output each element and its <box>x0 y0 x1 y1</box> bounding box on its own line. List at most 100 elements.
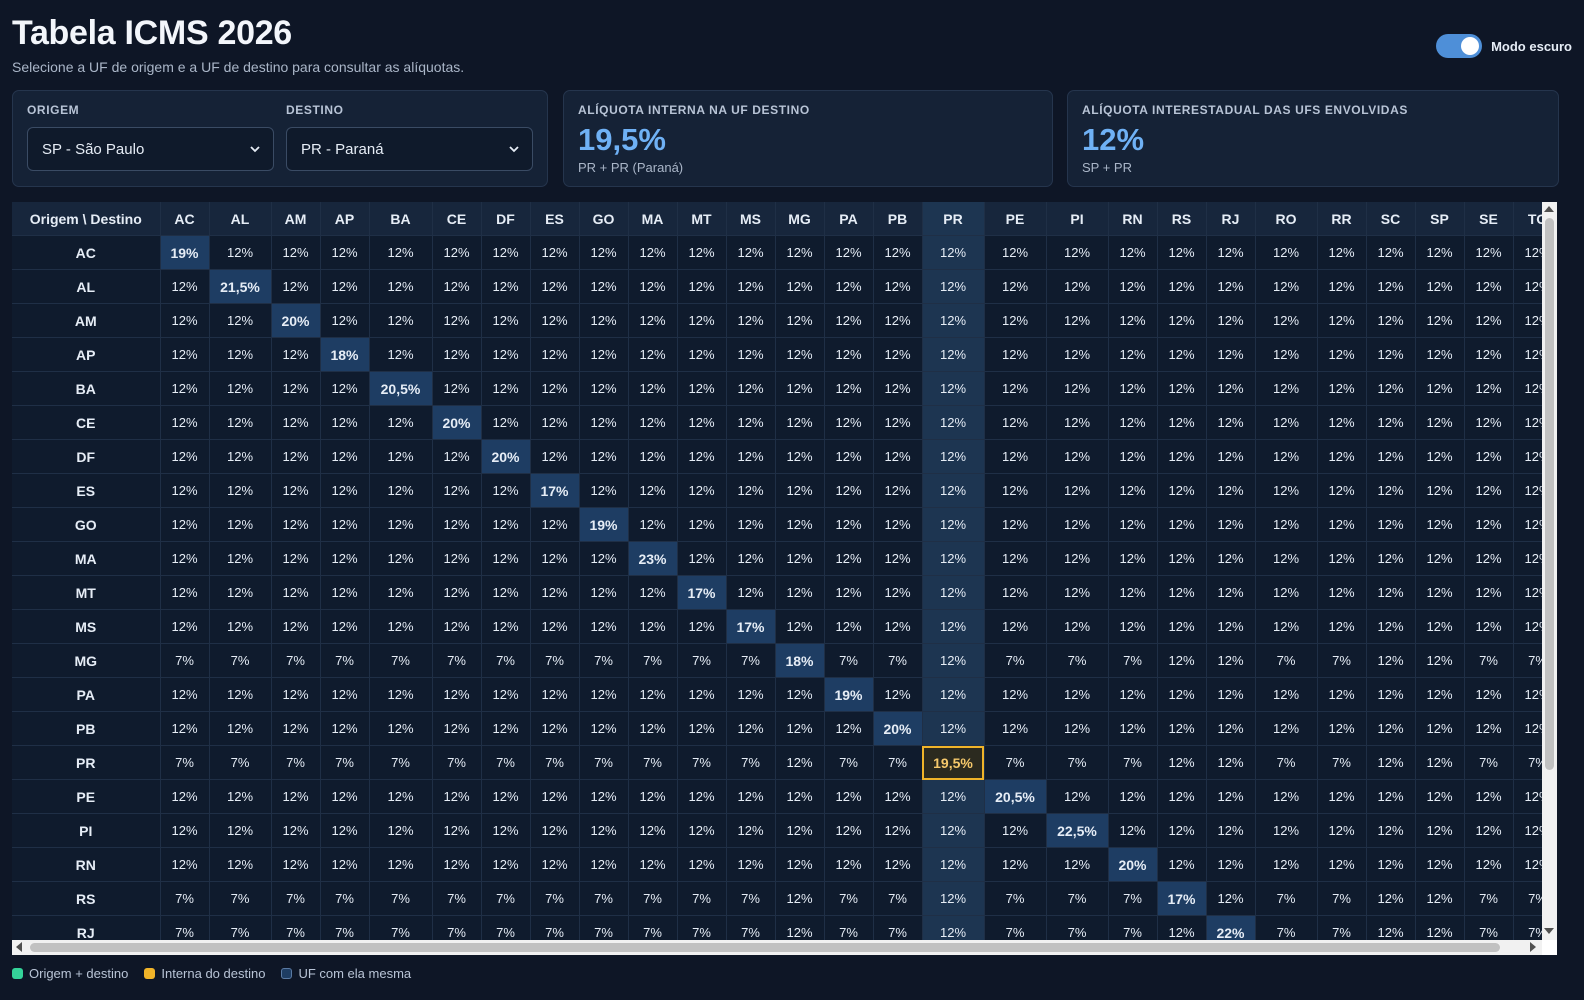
rate-cell[interactable]: 12% <box>1255 609 1318 644</box>
rate-cell[interactable]: 12% <box>1464 303 1514 338</box>
rate-cell[interactable]: 12% <box>320 677 370 712</box>
rate-cell[interactable]: 12% <box>922 711 985 746</box>
rate-cell[interactable]: 12% <box>579 235 629 270</box>
rate-cell[interactable]: 12% <box>530 269 580 304</box>
rate-cell[interactable]: 12% <box>1108 541 1158 576</box>
rate-cell[interactable]: 12% <box>1317 405 1367 440</box>
rate-cell[interactable]: 12% <box>873 779 923 814</box>
rate-cell[interactable]: 12% <box>271 609 321 644</box>
rate-cell[interactable]: 12% <box>1046 371 1109 406</box>
rate-cell[interactable]: 12% <box>824 609 874 644</box>
rate-cell[interactable]: 12% <box>271 405 321 440</box>
rate-cell[interactable]: 12% <box>677 541 727 576</box>
rate-cell[interactable]: 7% <box>432 745 482 780</box>
rate-cell[interactable]: 7% <box>628 745 678 780</box>
rate-cell[interactable]: 12% <box>984 371 1047 406</box>
rate-cell[interactable]: 12% <box>1366 439 1416 474</box>
rate-cell[interactable]: 12% <box>628 473 678 508</box>
rate-cell[interactable]: 7% <box>824 881 874 916</box>
rate-cell[interactable]: 12% <box>579 405 629 440</box>
rate-cell[interactable]: 12% <box>1046 541 1109 576</box>
rate-cell[interactable]: 12% <box>677 235 727 270</box>
rate-cell[interactable]: 12% <box>432 337 482 372</box>
rate-cell[interactable]: 12% <box>1206 847 1256 882</box>
rate-cell[interactable]: 12% <box>1206 541 1256 576</box>
rate-cell[interactable]: 12% <box>432 473 482 508</box>
row-header-rn[interactable]: RN <box>12 847 161 882</box>
rate-cell[interactable]: 12% <box>1464 269 1514 304</box>
rate-cell[interactable]: 12% <box>922 541 985 576</box>
column-header-ce[interactable]: CE <box>432 202 482 236</box>
rate-cell[interactable]: 12% <box>1464 677 1514 712</box>
row-header-ce[interactable]: CE <box>12 405 161 440</box>
rate-cell[interactable]: 12% <box>1366 575 1416 610</box>
rate-cell[interactable]: 12% <box>320 235 370 270</box>
rate-cell[interactable]: 19% <box>824 677 874 712</box>
rate-cell[interactable]: 12% <box>922 371 985 406</box>
rate-cell[interactable]: 12% <box>160 575 210 610</box>
rate-cell[interactable]: 12% <box>1513 337 1542 372</box>
rate-cell[interactable]: 7% <box>160 915 210 940</box>
rate-cell[interactable]: 12% <box>775 847 825 882</box>
rate-cell[interactable]: 12% <box>1513 847 1542 882</box>
rate-cell[interactable]: 12% <box>824 303 874 338</box>
rate-cell[interactable]: 12% <box>1255 575 1318 610</box>
rate-cell[interactable]: 12% <box>1255 235 1318 270</box>
rate-cell[interactable]: 12% <box>432 711 482 746</box>
rate-cell[interactable]: 12% <box>628 813 678 848</box>
rate-cell[interactable]: 20,5% <box>369 371 433 406</box>
rate-cell[interactable]: 12% <box>369 541 433 576</box>
row-header-es[interactable]: ES <box>12 473 161 508</box>
rate-cell[interactable]: 12% <box>1046 507 1109 542</box>
rate-cell[interactable]: 12% <box>320 847 370 882</box>
rate-cell[interactable]: 7% <box>530 881 580 916</box>
rate-cell[interactable]: 7% <box>824 643 874 678</box>
rate-cell[interactable]: 12% <box>1513 677 1542 712</box>
rate-cell[interactable]: 12% <box>677 269 727 304</box>
rate-cell[interactable]: 12% <box>1255 541 1318 576</box>
rate-cell[interactable]: 12% <box>1366 847 1416 882</box>
rate-cell[interactable]: 7% <box>873 643 923 678</box>
rate-cell[interactable]: 12% <box>160 609 210 644</box>
rate-cell[interactable]: 7% <box>628 915 678 940</box>
rate-cell[interactable]: 12% <box>1206 881 1256 916</box>
rate-cell[interactable]: 7% <box>1108 745 1158 780</box>
rate-cell[interactable]: 12% <box>481 337 531 372</box>
rate-cell[interactable]: 12% <box>369 677 433 712</box>
column-header-go[interactable]: GO <box>579 202 629 236</box>
row-header-df[interactable]: DF <box>12 439 161 474</box>
rate-cell[interactable]: 12% <box>922 915 985 940</box>
rate-cell[interactable]: 12% <box>530 677 580 712</box>
row-header-mt[interactable]: MT <box>12 575 161 610</box>
rate-cell[interactable]: 7% <box>824 745 874 780</box>
rate-cell[interactable]: 12% <box>432 609 482 644</box>
rate-cell[interactable]: 12% <box>160 303 210 338</box>
rate-cell[interactable]: 7% <box>677 881 727 916</box>
rate-cell[interactable]: 12% <box>775 915 825 940</box>
rate-cell[interactable]: 12% <box>432 303 482 338</box>
rate-cell[interactable]: 12% <box>271 575 321 610</box>
rate-cell[interactable]: 7% <box>369 915 433 940</box>
rate-cell[interactable]: 12% <box>1513 303 1542 338</box>
rate-cell[interactable]: 12% <box>775 371 825 406</box>
rate-cell[interactable]: 12% <box>824 507 874 542</box>
rate-cell[interactable]: 12% <box>726 371 776 406</box>
column-header-mg[interactable]: MG <box>775 202 825 236</box>
rate-cell[interactable]: 12% <box>271 813 321 848</box>
rate-cell[interactable]: 12% <box>481 711 531 746</box>
rate-cell[interactable]: 12% <box>209 711 272 746</box>
rate-cell[interactable]: 12% <box>369 473 433 508</box>
rate-cell[interactable]: 12% <box>824 439 874 474</box>
rate-cell[interactable]: 12% <box>160 507 210 542</box>
rate-cell[interactable]: 7% <box>824 915 874 940</box>
rate-cell[interactable]: 12% <box>1415 235 1465 270</box>
rate-cell[interactable]: 12% <box>1046 779 1109 814</box>
rate-cell[interactable]: 12% <box>1206 575 1256 610</box>
icms-table-container[interactable]: Origem \ Destino AC AL AM AP BA CE DF ES GO MA MT MS… <box>12 202 1557 955</box>
rate-cell[interactable]: 12% <box>677 677 727 712</box>
row-header-ms[interactable]: MS <box>12 609 161 644</box>
rate-cell[interactable]: 12% <box>1366 337 1416 372</box>
column-header-ma[interactable]: MA <box>628 202 678 236</box>
rate-cell[interactable]: 12% <box>984 677 1047 712</box>
rate-cell[interactable]: 20% <box>271 303 321 338</box>
